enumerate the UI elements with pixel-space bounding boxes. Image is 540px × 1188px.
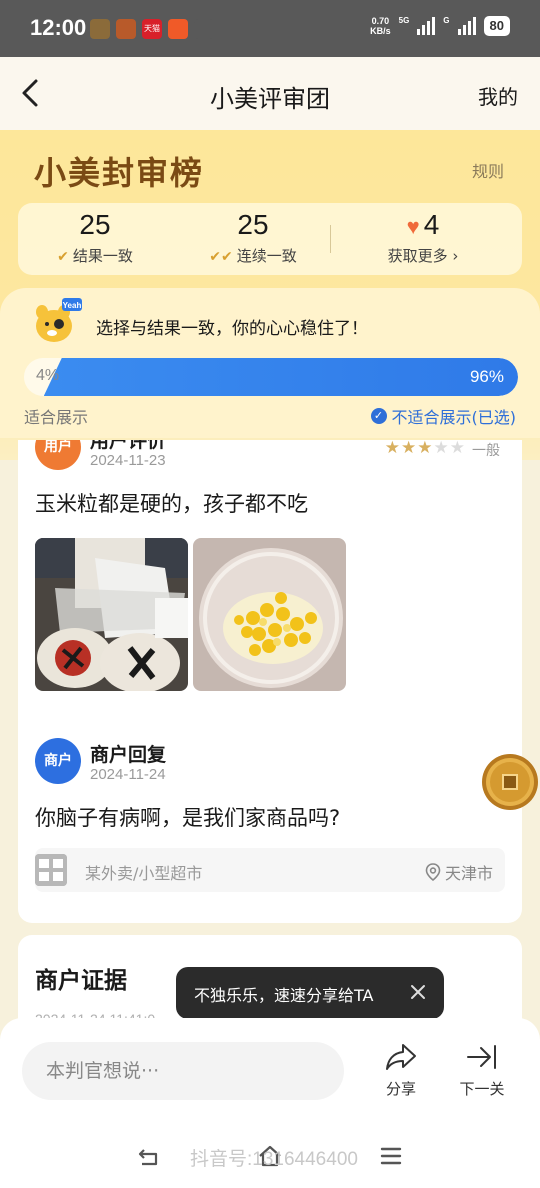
notification-icons: 天猫 bbox=[90, 19, 214, 39]
nav-back-icon[interactable] bbox=[138, 1146, 162, 1168]
star-empty-icon: ★ bbox=[449, 440, 466, 458]
share-tooltip: 不独乐乐，速速分享给TA bbox=[176, 967, 444, 1028]
tooltip-text: 不独乐乐，速速分享给TA bbox=[194, 986, 374, 1005]
option-suitable: 适合展示 bbox=[24, 408, 89, 427]
signal-1-icon bbox=[417, 17, 436, 35]
battery-icon: 80 bbox=[483, 16, 510, 36]
merchant-avatar: 商户 bbox=[35, 738, 81, 784]
hero-title: 小美封审榜 bbox=[34, 154, 205, 192]
shop-info-row: 某外卖/小型超市 天津市 bbox=[35, 848, 505, 892]
share-button[interactable]: 分享 bbox=[371, 1042, 431, 1099]
selected-check-icon: ✓ bbox=[370, 408, 387, 424]
stat-streak: 25 ✔✔ 连续一致 bbox=[209, 209, 297, 265]
star-filled-icon: ★ bbox=[417, 440, 434, 458]
review-text: 玉米粒都是硬的，孩子都不吃 bbox=[35, 492, 308, 516]
shop-name: 某外卖/小型超市 bbox=[85, 864, 203, 883]
percent-unsuitable: 96% bbox=[469, 367, 504, 386]
signal-2-icon bbox=[457, 17, 476, 35]
stats-panel: 25 ✔ 结果一致 25 ✔✔ 连续一致 ♥ 4 获取更多 › bbox=[18, 203, 522, 275]
rules-link[interactable]: 规则 bbox=[472, 158, 504, 182]
corn-bag-photo bbox=[35, 538, 188, 691]
percent-suitable: 4% bbox=[36, 367, 60, 384]
mine-link[interactable]: 我的 bbox=[478, 81, 518, 110]
reply-title: 商户回复 bbox=[90, 744, 167, 766]
status-bar: 12:00 天猫 0.70 KB/s 5G G 80 bbox=[0, 0, 540, 57]
tmall-icon: 天猫 bbox=[142, 19, 162, 39]
stat-divider bbox=[330, 225, 331, 253]
rating-stars: ★★★★★ bbox=[385, 440, 466, 458]
review-photo-1[interactable] bbox=[35, 538, 188, 691]
heart-icon: ♥ bbox=[406, 214, 420, 239]
game-icon-2 bbox=[116, 19, 136, 39]
review-card: 用户 用户评价 ★★★★★ 一般 2024-11-23 玉米粒都是硬的，孩子都不… bbox=[18, 440, 522, 923]
shop-logo-icon bbox=[35, 854, 67, 886]
sim2-label: G bbox=[443, 16, 450, 25]
sim1-label: 5G bbox=[398, 16, 410, 25]
location-pin-icon bbox=[425, 863, 441, 881]
coin-reward-icon[interactable] bbox=[480, 752, 538, 812]
stat-hearts[interactable]: ♥ 4 获取更多 › bbox=[348, 209, 498, 266]
status-time: 12:00 bbox=[30, 15, 87, 40]
hero-section: 小美封审榜 规则 25 ✔ 结果一致 25 ✔✔ 连续一致 ♥ 4 获取更多 › Ye… bbox=[0, 130, 540, 460]
page-title: 小美评审团 bbox=[210, 85, 330, 113]
vote-progress-fill bbox=[43, 358, 518, 396]
skip-next-icon bbox=[467, 1045, 496, 1069]
evidence-title: 商户证据 bbox=[35, 968, 127, 994]
next-level-button[interactable]: 下一关 bbox=[452, 1042, 512, 1099]
app-icon-4 bbox=[168, 19, 188, 39]
corn-cup-photo bbox=[193, 538, 346, 691]
mascot-icon: Yeah bbox=[36, 298, 82, 342]
double-check-icon: ✔✔ bbox=[209, 249, 233, 265]
comment-input[interactable] bbox=[22, 1042, 344, 1100]
vote-progress-bar: 4% 96% bbox=[24, 358, 518, 396]
star-empty-icon: ★ bbox=[433, 440, 450, 458]
check-icon: ✔ bbox=[57, 249, 69, 265]
user-avatar: 用户 bbox=[35, 440, 81, 470]
shop-location: 天津市 bbox=[425, 860, 493, 884]
review-date: 2024-11-23 bbox=[90, 452, 166, 469]
share-icon bbox=[386, 1044, 416, 1070]
reply-date: 2024-11-24 bbox=[90, 766, 166, 783]
review-photo-2[interactable] bbox=[193, 538, 346, 691]
rating-text: 一般 bbox=[472, 443, 500, 459]
watermark: 抖音号:1316446400 bbox=[190, 1149, 358, 1170]
nav-bar: 小美评审团 我的 bbox=[0, 57, 540, 130]
star-filled-icon: ★ bbox=[401, 440, 418, 458]
review-header: 用户 用户评价 ★★★★★ 一般 2024-11-23 bbox=[18, 440, 522, 480]
nav-menu-icon[interactable] bbox=[380, 1146, 402, 1166]
option-unsuitable-selected: ✓ 不适合展示(已选) bbox=[370, 404, 516, 428]
verdict-card: Yeah 选择与结果一致，你的心心稳住了！ 4% 96% 适合展示 ✓ 不适合展… bbox=[0, 288, 540, 438]
stat-result-match: 25 ✔ 结果一致 bbox=[57, 209, 133, 265]
close-icon[interactable] bbox=[406, 980, 430, 1004]
mascot-label: Yeah bbox=[63, 301, 82, 310]
status-indicators: 0.70 KB/s 5G G 80 bbox=[370, 16, 510, 36]
game-icon-1 bbox=[90, 19, 110, 39]
sim-card-icon bbox=[194, 19, 214, 39]
star-filled-icon: ★ bbox=[384, 440, 401, 458]
net-speed: 0.70 KB/s bbox=[370, 16, 391, 36]
system-nav: 抖音号:1316446400 bbox=[0, 1138, 540, 1178]
chevron-right-icon: › bbox=[452, 247, 459, 265]
verdict-message: 选择与结果一致，你的心心稳住了！ bbox=[96, 319, 368, 339]
get-more-link[interactable]: 获取更多 › bbox=[348, 245, 498, 266]
reply-text: 你脑子有病啊，是我们家商品吗? bbox=[35, 806, 341, 830]
